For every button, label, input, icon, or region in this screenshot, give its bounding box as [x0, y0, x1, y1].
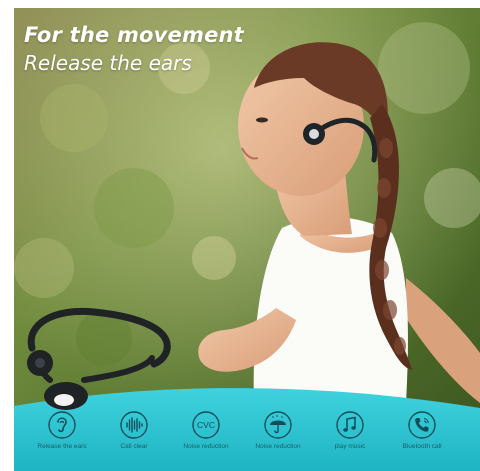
headline: For the movement Release the ears [24, 22, 244, 76]
headline-secondary: Release the ears [24, 51, 192, 75]
feature-play-music: play music [314, 410, 386, 450]
headline-primary: For the movement [24, 23, 244, 47]
feature-icon-row: Release the ears Call clear CVC Noise re… [26, 410, 456, 468]
soundwave-icon [119, 410, 149, 440]
runner-photo: For the movement Release the ears [14, 8, 480, 471]
feature-release-ears: Release the ears [26, 410, 98, 450]
phone-icon [407, 410, 437, 440]
feature-label: Noise reduction [255, 443, 301, 450]
feature-call-clear: Call clear [98, 410, 170, 450]
cvc-glyph: CVC [197, 420, 215, 430]
product-banner: For the movement Release the ears Releas… [0, 0, 480, 471]
feature-label: Bluetooth call [402, 443, 442, 450]
feature-label: Noise reduction [183, 443, 229, 450]
feature-cvc-noise-reduction: CVC Noise reduction [170, 410, 242, 450]
feature-umbrella-noise-reduction: Noise reduction [242, 410, 314, 450]
runner-illustration [14, 8, 480, 471]
umbrella-icon [263, 410, 293, 440]
cvc-icon: CVC [191, 410, 221, 440]
feature-label: Call clear [120, 443, 148, 450]
feature-label: Release the ears [37, 443, 87, 450]
ear-icon [47, 410, 77, 440]
feature-label: play music [334, 443, 366, 450]
feature-bluetooth-call: Bluetooth call [386, 410, 458, 450]
music-note-icon [335, 410, 365, 440]
